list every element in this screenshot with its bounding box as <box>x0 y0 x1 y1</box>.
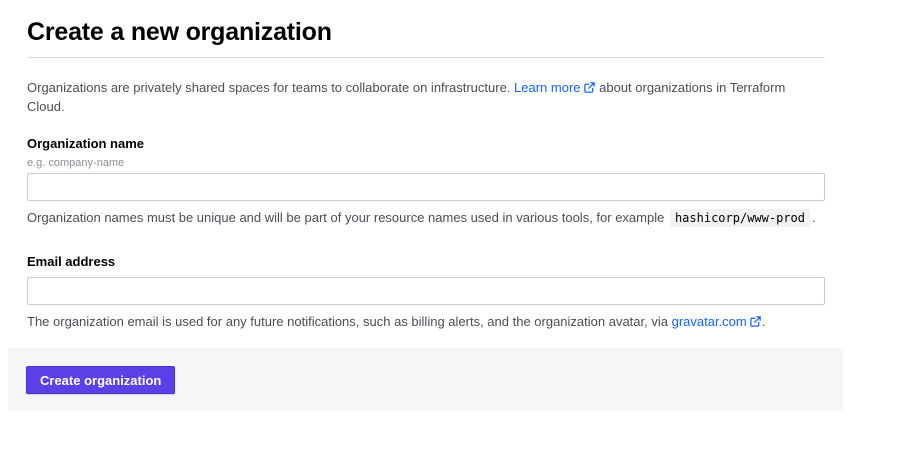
organization-name-label: Organization name <box>27 136 145 151</box>
email-address-help: The organization email is used for any f… <box>27 314 765 329</box>
form-actions-bar: Create organization <box>8 348 843 411</box>
external-link-icon <box>750 316 761 327</box>
organization-name-help-text: Organization names must be unique and wi… <box>27 210 668 225</box>
learn-more-label: Learn more <box>514 80 581 95</box>
intro-text: Organizations are privately shared space… <box>27 78 817 116</box>
create-organization-button[interactable]: Create organization <box>26 366 176 394</box>
organization-name-help-end: . <box>812 210 816 225</box>
create-organization-page: Create a new organization Organizations … <box>0 0 922 473</box>
page-title: Create a new organization <box>27 18 332 46</box>
email-address-input[interactable] <box>27 277 825 305</box>
gravatar-link-label: gravatar.com <box>671 314 747 329</box>
example-resource-name: hashicorp/www-prod <box>669 209 810 227</box>
learn-more-link[interactable]: Learn more <box>514 80 595 95</box>
title-divider <box>27 57 825 58</box>
organization-name-help: Organization names must be unique and wi… <box>27 209 816 227</box>
intro-text-before: Organizations are privately shared space… <box>27 80 515 95</box>
email-address-label: Email address <box>27 254 116 269</box>
gravatar-link[interactable]: gravatar.com <box>672 314 762 329</box>
organization-name-hint: e.g. company-name <box>27 157 125 169</box>
email-help-text: The organization email is used for any f… <box>27 314 672 329</box>
email-help-end: . <box>761 314 766 329</box>
organization-name-input[interactable] <box>27 173 825 201</box>
external-link-icon <box>583 82 595 93</box>
